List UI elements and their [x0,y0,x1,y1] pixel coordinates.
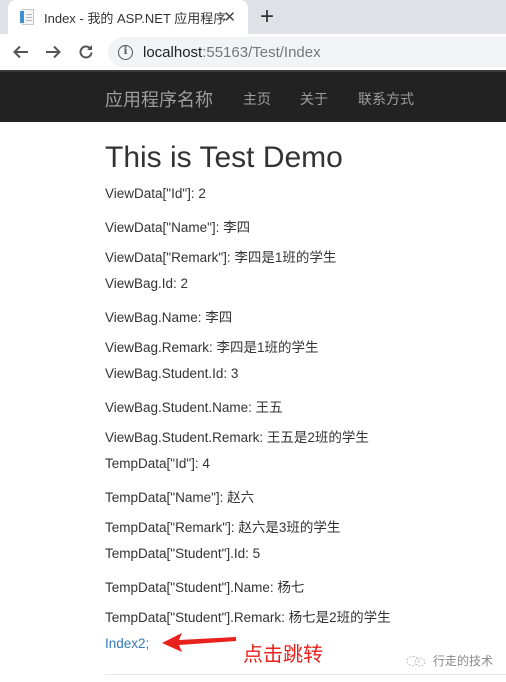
data-line: TempData["Student"].Remark: 杨七是2班的学生 [105,610,391,625]
data-line: ViewBag.Name: 李四 [105,310,233,325]
data-line: TempData["Id"]: 4 [105,456,210,471]
url-path: :55163/Test/Index [202,43,321,61]
data-line: ViewData["Name"]: 李四 [105,220,251,235]
info-icon[interactable]: i [118,44,133,60]
reload-icon [79,45,93,59]
index2-link[interactable]: Index2; [105,636,149,651]
data-line: TempData["Name"]: 赵六 [105,490,255,505]
data-line: ViewBag.Remark: 李四是1班的学生 [105,340,319,355]
back-button[interactable] [8,39,34,65]
click-annotation: 点击跳转 [243,644,323,666]
document-icon [20,9,34,25]
nav-link-home[interactable]: 主页 [243,89,271,109]
reload-button[interactable] [73,39,99,65]
nav-link-about[interactable]: 关于 [300,89,328,109]
tab-title: Index - 我的 ASP.NET 应用程序 [44,10,227,26]
nav-link-contact[interactable]: 联系方式 [358,89,414,109]
new-tab-button[interactable]: + [260,4,274,30]
arrow-left-icon [13,45,28,59]
main-content: This is Test Demo [105,138,343,178]
red-arrow-annotation [162,633,236,652]
data-line: ViewData["Remark"]: 李四是1班的学生 [105,250,337,265]
navbar-brand[interactable]: 应用程序名称 [105,86,213,112]
data-line: TempData["Student"].Name: 杨七 [105,580,305,595]
forward-button[interactable] [40,39,66,65]
watermark-text: 行走的技术 [433,654,494,668]
data-line: ViewBag.Student.Name: 王五 [105,400,283,415]
data-line: TempData["Remark"]: 赵六是3班的学生 [105,520,341,535]
data-line: ViewData["Id"]: 2 [105,186,206,201]
page-title: This is Test Demo [105,141,343,174]
data-line: ViewBag.Id: 2 [105,276,189,291]
browser-tab[interactable]: Index - 我的 ASP.NET 应用程序 ✕ [8,0,248,34]
browser-toolbar: i localhost:55163/Test/Index [0,34,506,70]
data-line: ViewBag.Student.Id: 3 [105,366,239,381]
wechat-icon [406,655,426,666]
close-tab-icon[interactable]: ✕ [223,8,236,26]
url-host: localhost [143,43,203,61]
arrow-right-icon [46,45,61,59]
url-text: localhost:55163/Test/Index [143,44,321,61]
tab-strip: Index - 我的 ASP.NET 应用程序 ✕ + [0,0,506,34]
footer-divider [105,674,506,675]
data-line: TempData["Student"].Id: 5 [105,546,261,561]
data-line: ViewBag.Student.Remark: 王五是2班的学生 [105,430,369,445]
address-bar[interactable]: i localhost:55163/Test/Index [108,37,506,67]
watermark: 行走的技术 [405,652,493,669]
site-navbar: 应用程序名称 主页 关于 联系方式 [0,70,506,122]
